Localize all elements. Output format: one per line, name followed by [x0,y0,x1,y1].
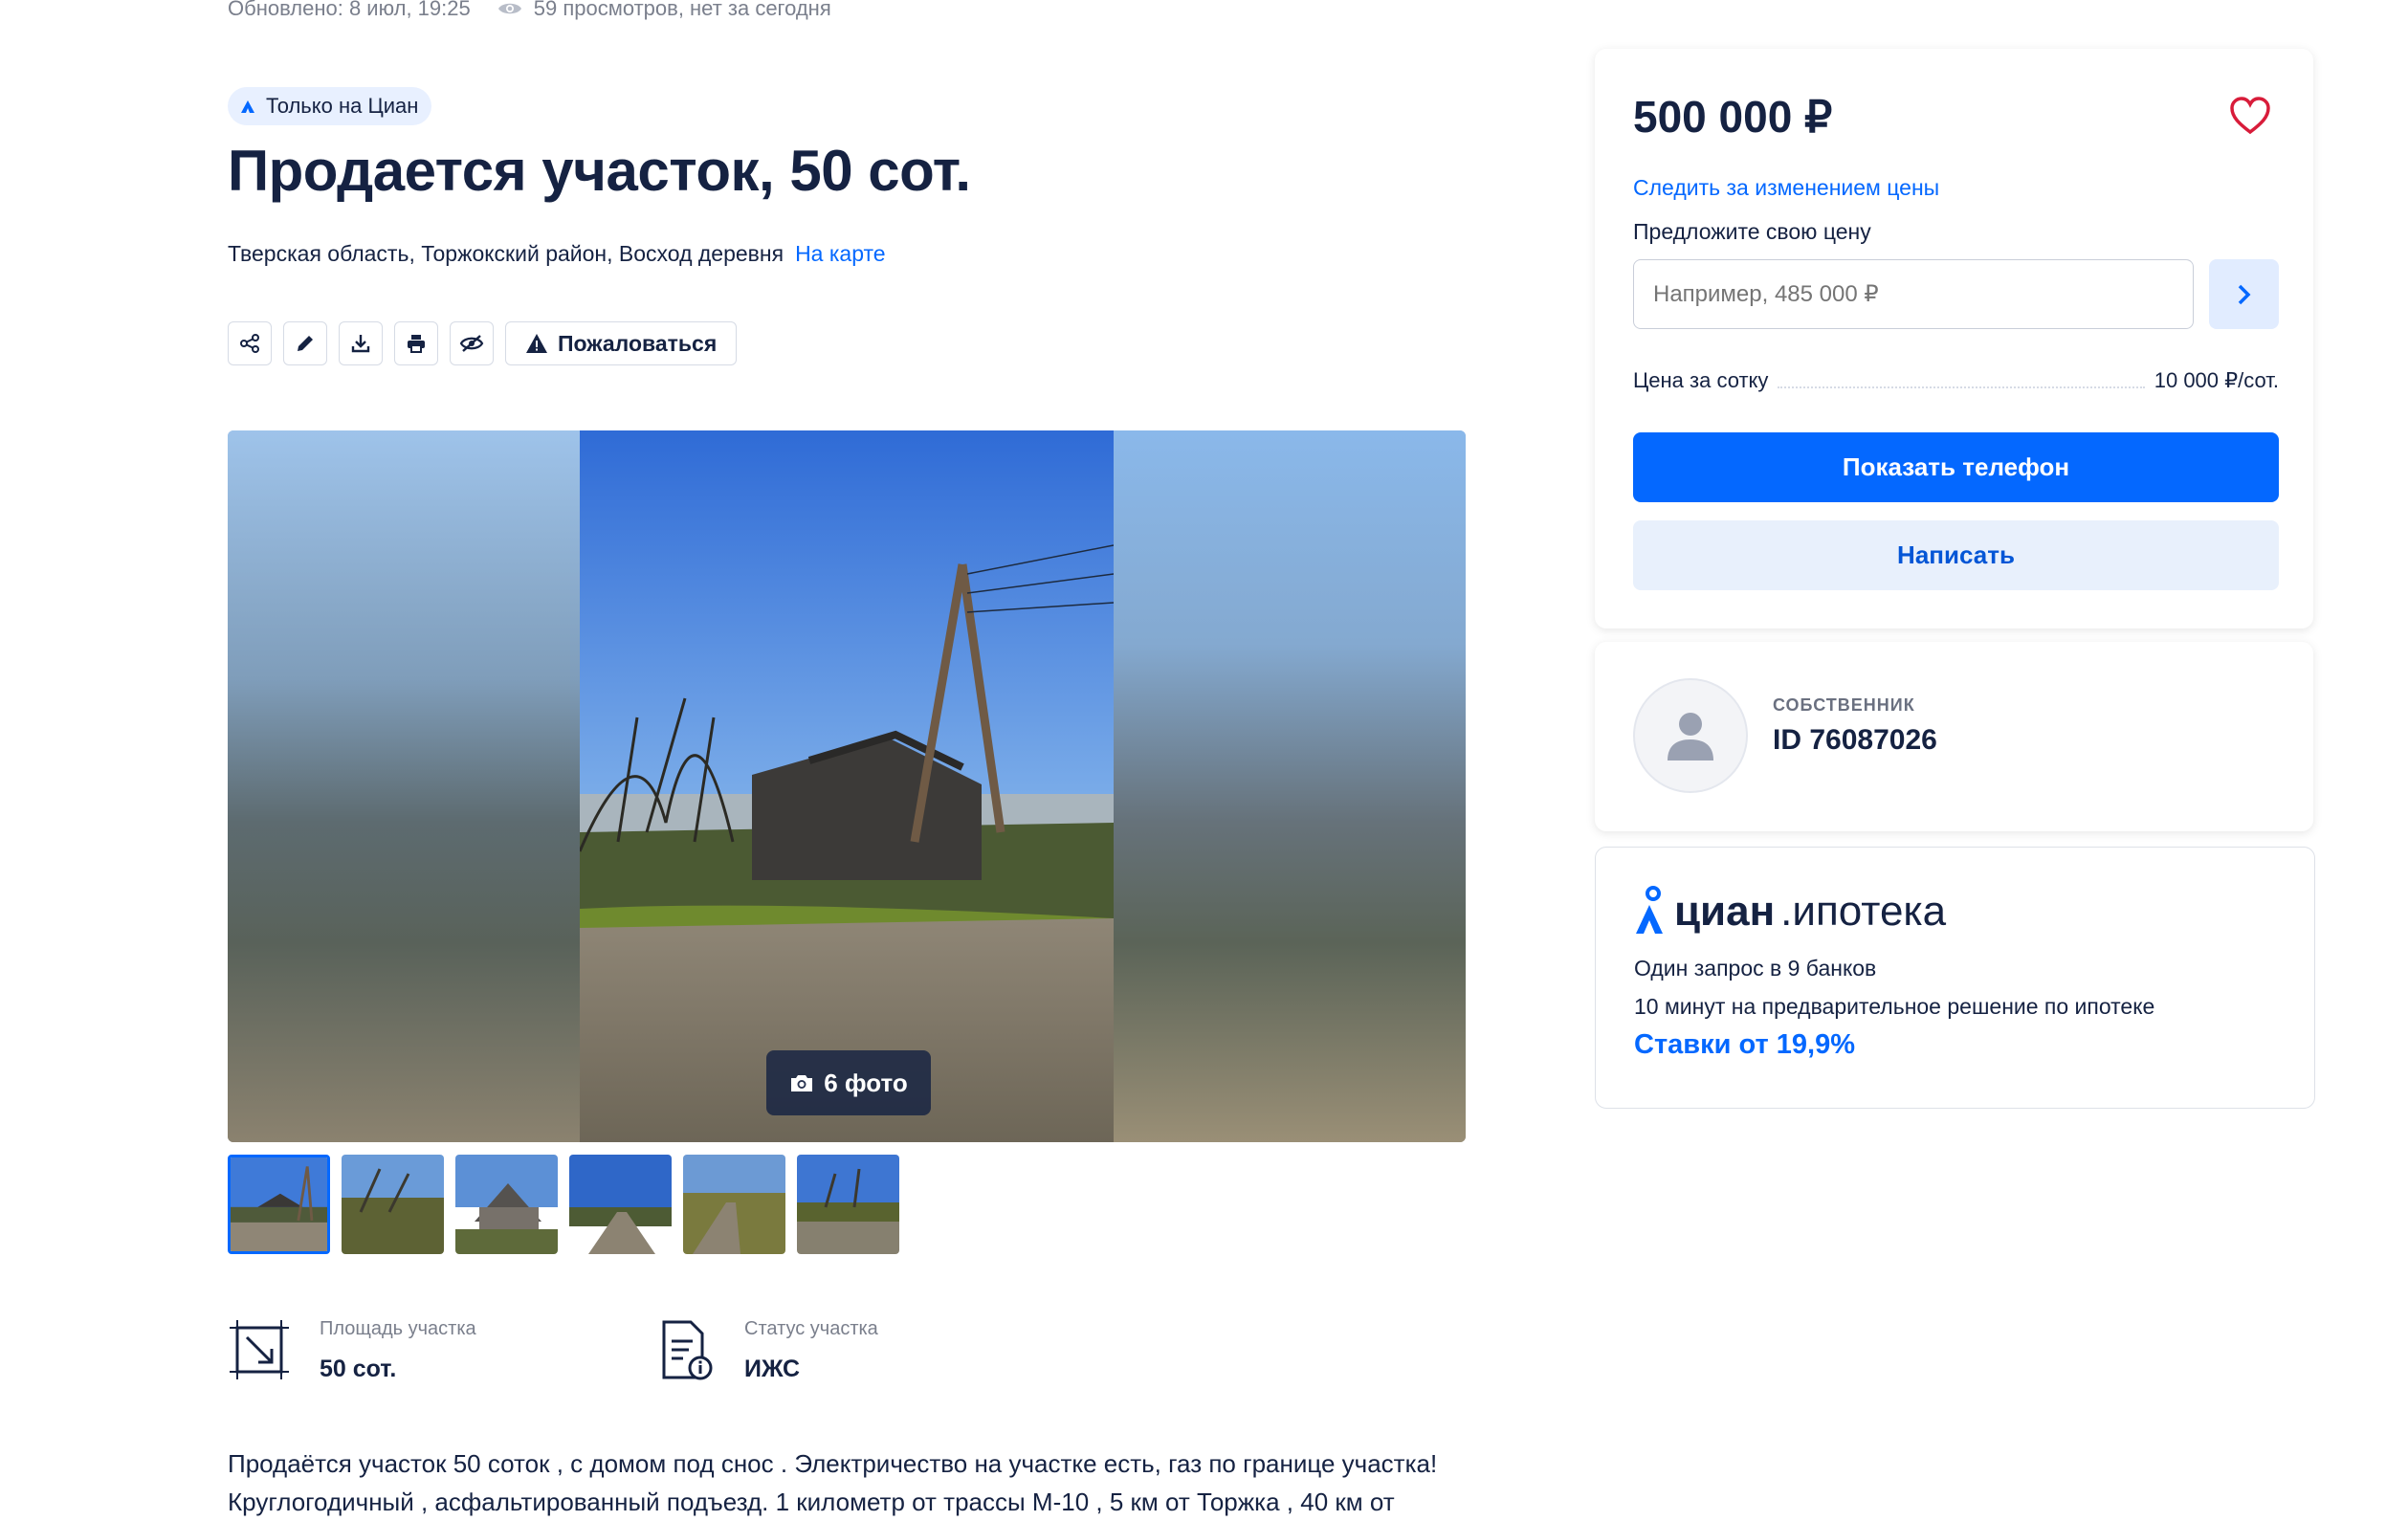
main-photo[interactable] [580,430,1114,1142]
views-text: 59 просмотров, нет за сегодня [533,0,831,20]
thumbnail-strip [228,1155,899,1254]
thumbnail[interactable] [228,1155,330,1254]
views: 59 просмотров, нет за сегодня [497,0,831,21]
download-icon [351,335,370,353]
address: Тверская область, Торжокский район, Восх… [228,241,886,267]
user-icon [1668,713,1713,760]
listing-meta: Обновлено: 8 июл, 19:25 59 просмотров, н… [228,0,831,21]
address-text: Тверская область, Торжокский район, Восх… [228,241,784,266]
thumbnail[interactable] [683,1155,785,1254]
chevron-right-icon [2238,284,2250,304]
show-phone-button[interactable]: Показать телефон [1633,432,2279,502]
eye-icon [497,3,521,14]
gallery-blur-right [1114,430,1466,1142]
avatar [1633,678,1748,793]
edit-icon [298,336,313,351]
badge-label: Только на Циан [266,94,419,118]
owner-card: СОБСТВЕННИК ID 76087026 [1595,642,2313,831]
price-per-unit-row: Цена за сотку 10 000 ₽/сот. [1633,368,2279,393]
share-button[interactable] [228,321,272,365]
mortgage-rate-link[interactable]: Ставки от 19,9% [1634,1029,1855,1061]
thumbnail[interactable] [569,1155,672,1254]
cian-mortgage-logo: циан .ипотека [1634,886,1946,936]
mortgage-card[interactable]: циан .ипотека Один запрос в 9 банков 10 м… [1595,847,2315,1109]
write-message-button[interactable]: Написать [1633,520,2279,590]
dotted-leader [1778,373,2145,388]
hide-icon [459,335,484,352]
mortgage-line-2: 10 минут на предварительное решение по и… [1634,994,2155,1019]
cian-logo-icon [1636,886,1663,934]
page-title: Продается участок, 50 сот. [228,139,971,203]
listing-toolbar: Пожаловаться [228,321,738,365]
mortgage-brand-b: .ипотека [1780,888,1947,935]
favorite-heart-icon[interactable] [2229,97,2271,135]
photo-count-label: 6 фото [824,1068,908,1097]
mortgage-brand-a: циан [1674,888,1776,935]
cian-exclusive-badge: Только на Циан [228,87,432,125]
warning-icon [526,334,547,353]
offer-submit-button[interactable] [2209,259,2279,329]
feature-status: Статус участка ИЖС [658,1318,878,1383]
print-button[interactable] [394,321,438,365]
owner-id[interactable]: ID 76087026 [1773,724,1937,757]
thumbnail[interactable] [797,1155,899,1254]
download-button[interactable] [339,321,383,365]
photo-count-button[interactable]: 6 фото [766,1050,931,1115]
map-link[interactable]: На карте [795,241,886,267]
price-per-unit-value: 10 000 ₽/сот. [2154,368,2279,392]
cian-arrow-icon [241,100,254,113]
offer-price-label: Предложите свою цену [1633,219,1871,244]
thumbnail[interactable] [342,1155,444,1254]
gallery-blur-left [228,430,580,1142]
report-button[interactable]: Пожаловаться [505,321,738,365]
area-icon [230,1320,289,1379]
feature-value: 50 сот. [320,1356,397,1382]
feature-area-text: Площадь участка 50 сот. [320,1318,476,1383]
track-price-link[interactable]: Следить за изменением цены [1633,175,1939,201]
report-label: Пожаловаться [558,330,718,356]
price-per-unit-label: Цена за сотку [1633,368,1769,392]
camera-icon [791,1075,813,1091]
updated-text: Обновлено: 8 июл, 19:25 [228,0,471,20]
owner-role: СОБСТВЕННИК [1773,695,1915,715]
hide-button[interactable] [450,321,494,365]
print-icon [408,335,425,353]
photo-gallery[interactable]: 6 фото [228,430,1466,1142]
share-icon [240,334,259,353]
price-card: 500 000 ₽ Следить за изменением цены Пре… [1595,49,2313,628]
document-icon [662,1320,713,1380]
edit-button[interactable] [283,321,327,365]
offer-price-input[interactable] [1633,259,2194,329]
feature-area: Площадь участка 50 сот. [228,1318,476,1383]
feature-value: ИЖС [744,1356,800,1382]
mortgage-line-1: Один запрос в 9 банков [1634,956,1877,981]
thumbnail[interactable] [455,1155,558,1254]
listing-description: Продаётся участок 50 соток , с домом под… [228,1449,1438,1516]
feature-label: Статус участка [744,1318,878,1339]
feature-status-text: Статус участка ИЖС [744,1318,878,1383]
price: 500 000 ₽ [1633,92,1833,142]
feature-label: Площадь участка [320,1318,476,1339]
